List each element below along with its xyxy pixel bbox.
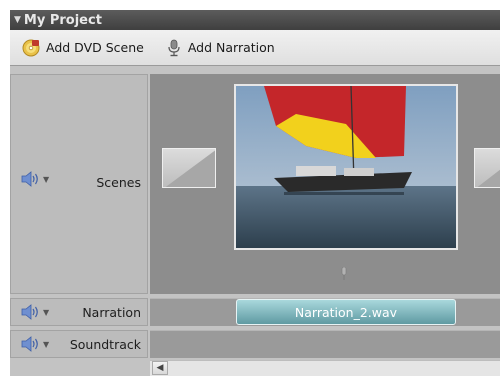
scene-placeholder-graphic — [477, 169, 500, 187]
soundtrack-track-header: ▼ Soundtrack — [10, 330, 148, 358]
speaker-icon — [21, 336, 38, 352]
add-narration-label: Add Narration — [187, 40, 275, 55]
collapse-triangle-icon[interactable]: ▼ — [14, 15, 21, 25]
panel-title: My Project — [23, 12, 102, 28]
dvd-disc-icon — [22, 39, 40, 56]
scenes-volume-button[interactable]: ▼ — [21, 171, 49, 187]
microphone-icon — [168, 39, 180, 56]
speaker-icon — [21, 171, 38, 187]
horizontal-scrollbar[interactable] — [150, 360, 500, 376]
soundtrack-lane — [150, 330, 500, 358]
next-scene-thumbnail[interactable] — [474, 148, 500, 188]
sailboat-image — [236, 85, 456, 248]
track-name-soundtrack: Soundtrack — [69, 337, 141, 352]
scene-placeholder-graphic — [165, 150, 215, 187]
chevron-down-icon: ▼ — [43, 174, 50, 184]
narration-clip-label: Narration_2.wav — [294, 304, 398, 320]
scene-marker-icon — [341, 267, 347, 280]
add-dvd-scene-button[interactable]: Add DVD Scene — [22, 39, 144, 57]
soundtrack-volume-button[interactable]: ▼ — [21, 336, 49, 352]
selected-scene-thumbnail[interactable] — [234, 84, 458, 250]
toolbar: Add DVD Scene Add Narration — [10, 30, 500, 66]
narration-volume-button[interactable]: ▼ — [21, 304, 49, 320]
add-dvd-scene-label: Add DVD Scene — [46, 40, 144, 55]
track-name-narration: Narration — [82, 305, 141, 320]
scroll-left-button[interactable]: ◀ — [152, 361, 168, 375]
narration-clip[interactable]: Narration_2.wav — [236, 299, 456, 325]
narration-track-header: ▼ Narration — [10, 298, 148, 326]
previous-scene-thumbnail[interactable] — [162, 148, 216, 188]
scenes-track-header: ▼ Scenes — [10, 74, 148, 294]
panel-header[interactable]: ▼ My Project — [10, 10, 500, 30]
scroll-left-arrow-icon: ◀ — [156, 363, 164, 373]
add-narration-button[interactable]: Add Narration — [166, 39, 275, 57]
track-name-scenes: Scenes — [96, 175, 141, 190]
chevron-down-icon: ▼ — [43, 307, 50, 317]
speaker-icon — [21, 304, 38, 320]
chevron-down-icon: ▼ — [43, 339, 50, 349]
